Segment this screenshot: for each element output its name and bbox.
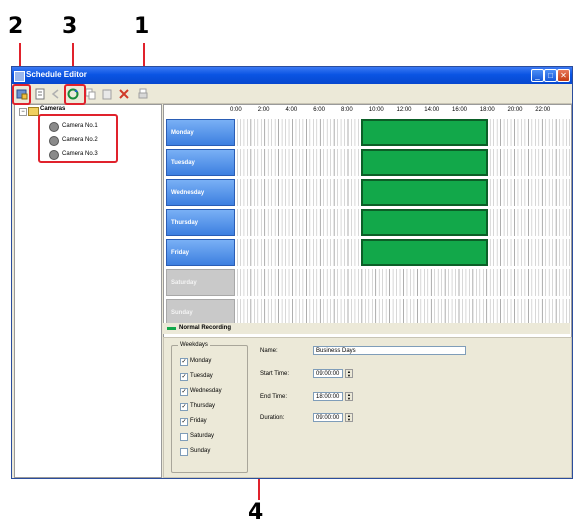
callout-2: 2 xyxy=(8,14,24,39)
time-label: 18:00 xyxy=(479,107,495,113)
day-button-wednesday[interactable]: Wednesday xyxy=(166,179,235,206)
day-button-thursday[interactable]: Thursday xyxy=(166,209,235,236)
callout-1: 1 xyxy=(134,14,150,39)
print-icon[interactable] xyxy=(137,88,149,100)
recording-block[interactable] xyxy=(360,179,488,206)
weekday-label: Thursday xyxy=(190,403,216,409)
end-time-input[interactable]: 18:00:00 xyxy=(313,392,343,401)
weekday-label: Friday xyxy=(190,418,207,424)
weekday-label: Sunday xyxy=(190,448,211,454)
time-label: 20:00 xyxy=(507,107,523,113)
back-icon[interactable] xyxy=(50,88,62,100)
weekdays-group: Weekdays ✓ Monday ✓ Tuesday ✓ Wednesday ✓ Thurs… xyxy=(171,342,248,473)
window-title: Schedule Editor xyxy=(26,70,87,79)
weekday-label: Saturday xyxy=(190,433,215,439)
day-button-tuesday[interactable]: Tuesday xyxy=(166,149,235,176)
checkbox[interactable] xyxy=(180,448,188,456)
schedule-grid: 0:00 2:00 4:00 6:00 8:00 10:00 12:00 14:00 16:00… xyxy=(163,104,572,338)
properties-icon[interactable] xyxy=(34,88,46,100)
time-label: 6:00 xyxy=(313,107,325,113)
time-label: 22:00 xyxy=(535,107,551,113)
day-row-monday[interactable] xyxy=(237,119,570,146)
checkbox[interactable]: ✓ xyxy=(180,403,188,411)
callout-4: 4 xyxy=(248,500,264,525)
time-label: 10:00 xyxy=(368,107,384,113)
time-label: 14:00 xyxy=(424,107,440,113)
time-label: 12:00 xyxy=(396,107,412,113)
day-button-sunday[interactable]: Sunday xyxy=(166,299,235,326)
checkbox[interactable]: ✓ xyxy=(180,373,188,381)
time-header: 0:00 2:00 4:00 6:00 8:00 10:00 12:00 14:00 16:00… xyxy=(230,105,571,117)
schedule-detail-panel: Weekdays ✓ Monday ✓ Tuesday ✓ Wednesday ✓ Thurs… xyxy=(163,337,572,478)
weekdays-group-title: Weekdays xyxy=(178,342,210,348)
day-row-thursday[interactable] xyxy=(237,209,570,236)
callout-1-box xyxy=(38,114,118,163)
start-time-spinner[interactable]: ▲ ▼ xyxy=(345,369,353,378)
end-time-label: End Time: xyxy=(260,394,288,400)
recording-block[interactable] xyxy=(360,119,488,146)
name-input[interactable]: Business Days xyxy=(313,346,466,355)
day-row-friday[interactable] xyxy=(237,239,570,266)
recording-block[interactable] xyxy=(360,239,488,266)
start-time-label: Start Time: xyxy=(260,371,290,377)
legend-swatch xyxy=(167,327,176,330)
start-time-input[interactable]: 09:00:00 xyxy=(313,369,343,378)
minimize-button[interactable]: _ xyxy=(531,69,544,82)
duration-label: Duration: xyxy=(260,415,285,421)
weekday-label: Monday xyxy=(190,358,212,364)
weekday-label: Wednesday xyxy=(190,388,222,394)
recording-block[interactable] xyxy=(360,149,488,176)
weekday-label: Tuesday xyxy=(190,373,213,379)
end-time-spinner[interactable]: ▲ ▼ xyxy=(345,392,353,401)
time-label: 0:00 xyxy=(230,107,242,113)
maximize-button[interactable]: □ xyxy=(544,69,557,82)
app-icon xyxy=(14,71,25,82)
day-row-sunday[interactable] xyxy=(237,299,570,326)
checkbox[interactable] xyxy=(180,433,188,441)
title-bar: Schedule Editor _ □ ✕ xyxy=(12,67,572,84)
paste-icon[interactable] xyxy=(101,88,113,100)
close-window-button[interactable]: ✕ xyxy=(557,69,570,82)
time-label: 2:00 xyxy=(257,107,270,113)
copy-icon[interactable] xyxy=(85,88,97,100)
tree-expander-icon[interactable]: − xyxy=(19,108,27,116)
time-label: 4:00 xyxy=(285,107,298,113)
legend-bar: Normal Recording xyxy=(163,323,570,334)
checkbox[interactable]: ✓ xyxy=(180,388,188,396)
day-row-wednesday[interactable] xyxy=(237,179,570,206)
callout-3-box xyxy=(64,84,86,105)
time-label: 8:00 xyxy=(341,107,353,113)
day-button-saturday[interactable]: Saturday xyxy=(166,269,235,296)
day-button-monday[interactable]: Monday xyxy=(166,119,235,146)
duration-spinner[interactable]: ▲ ▼ xyxy=(345,413,353,422)
callout-3: 3 xyxy=(62,14,78,39)
toolbar xyxy=(12,85,572,104)
time-label: 16:00 xyxy=(452,107,468,113)
name-label: Name: xyxy=(260,348,278,354)
day-row-tuesday[interactable] xyxy=(237,149,570,176)
delete-icon[interactable] xyxy=(118,88,130,100)
checkbox[interactable]: ✓ xyxy=(180,358,188,366)
day-button-friday[interactable]: Friday xyxy=(166,239,235,266)
day-row-saturday[interactable] xyxy=(237,269,570,296)
callout-2-box xyxy=(12,84,31,105)
checkbox[interactable]: ✓ xyxy=(180,418,188,426)
recording-block[interactable] xyxy=(360,209,488,236)
duration-input[interactable]: 09:00:00 xyxy=(313,413,343,422)
legend-label: Normal Recording xyxy=(179,325,232,331)
